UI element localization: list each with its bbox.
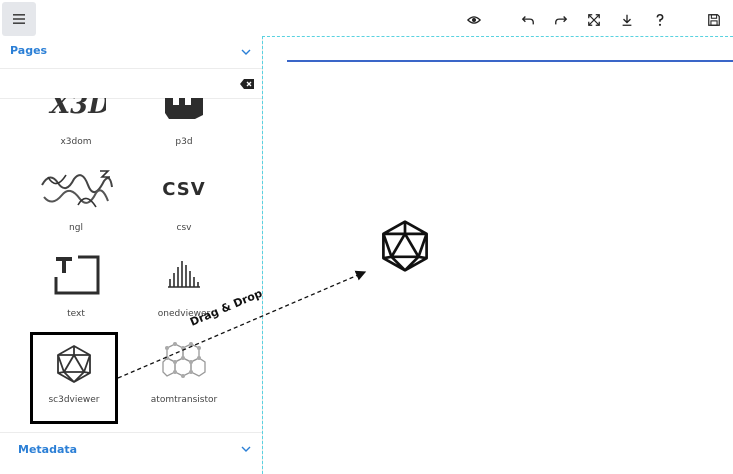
save-icon <box>708 14 720 26</box>
fullscreen-icon <box>588 14 600 26</box>
redo-icon <box>555 16 568 25</box>
x3d-logo-icon: X3D <box>48 98 106 120</box>
csv-logo-icon: CSV <box>162 178 206 200</box>
eye-icon <box>467 16 481 24</box>
svg-text:X3D: X3D <box>48 98 106 120</box>
design-canvas[interactable] <box>262 36 733 474</box>
icosahedron-icon <box>57 345 91 383</box>
tile-p3d[interactable]: p3d <box>141 98 227 160</box>
sidebar: Pages X3D x3dom p3d ngl CSV csv text one… <box>0 36 263 473</box>
tile-label: p3d <box>175 137 193 147</box>
spectrum-icon <box>168 261 200 288</box>
clear-search-icon[interactable] <box>240 79 254 89</box>
fullscreen-button[interactable] <box>584 10 604 30</box>
icosahedron-icon-thumb <box>33 335 115 393</box>
ngl-logo-thumb <box>33 160 119 218</box>
menu-icon <box>13 14 25 24</box>
download-icon <box>622 14 632 26</box>
help-icon <box>656 13 664 26</box>
metadata-title: Metadata <box>18 443 78 456</box>
pages-section-header[interactable]: Pages <box>0 36 262 69</box>
pages-title: Pages <box>10 44 48 57</box>
x3d-logo-thumb: X3D <box>33 98 119 132</box>
tile-text[interactable]: text <box>33 246 119 332</box>
text-icon <box>54 255 100 295</box>
text-icon-thumb <box>33 246 119 304</box>
tile-ngl[interactable]: ngl <box>33 160 119 246</box>
tile-onedviewer[interactable]: onedviewer <box>141 246 227 332</box>
chevron-down-icon[interactable] <box>240 443 252 455</box>
tile-label: sc3dviewer <box>48 395 100 405</box>
widget-grid: X3D x3dom p3d ngl CSV csv text onedviewe… <box>0 98 262 428</box>
tile-label: atomtransistor <box>150 395 218 405</box>
graphene-icon-thumb <box>141 332 227 390</box>
graphene-icon <box>162 342 206 378</box>
dropped-icosahedron-icon[interactable] <box>378 219 432 273</box>
spectrum-icon-thumb <box>141 246 227 304</box>
tile-label: x3dom <box>60 137 92 147</box>
tile-x3dom[interactable]: X3D x3dom <box>33 98 119 160</box>
metadata-section-header[interactable]: Metadata <box>0 432 262 463</box>
toolbar <box>0 0 733 38</box>
tile-csv[interactable]: CSV csv <box>141 160 227 246</box>
csv-logo-thumb: CSV <box>141 160 227 218</box>
canvas-guide-line <box>287 60 733 62</box>
tile-label: onedviewer <box>157 309 211 319</box>
tile-label: text <box>67 309 85 319</box>
tile-label: ngl <box>69 223 83 233</box>
download-button[interactable] <box>617 10 637 30</box>
tile-label: csv <box>176 223 192 233</box>
ngl-logo-icon <box>41 170 113 208</box>
p3d-logo-thumb <box>141 98 227 132</box>
search-row <box>0 68 262 99</box>
menu-button[interactable] <box>2 2 36 36</box>
save-button[interactable] <box>704 10 724 30</box>
undo-icon <box>521 16 534 25</box>
redo-button[interactable] <box>551 10 571 30</box>
help-button[interactable] <box>650 10 670 30</box>
p3d-logo-icon <box>165 98 203 119</box>
tile-atomtransistor[interactable]: atomtransistor <box>141 332 227 418</box>
chevron-down-icon[interactable] <box>240 46 252 58</box>
search-input[interactable] <box>4 74 238 94</box>
preview-button[interactable] <box>464 10 484 30</box>
tile-sc3dviewer[interactable]: sc3dviewer <box>30 332 118 424</box>
undo-button[interactable] <box>518 10 538 30</box>
